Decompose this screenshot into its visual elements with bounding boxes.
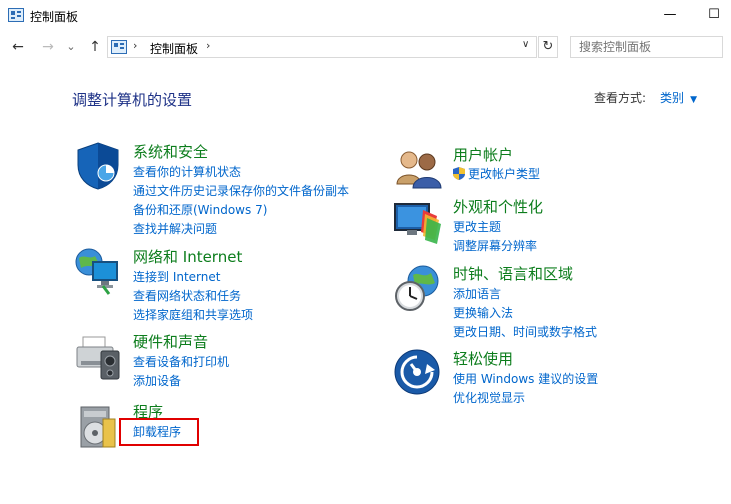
breadcrumb-separator[interactable]: › [133, 39, 137, 52]
link-screen-resolution[interactable]: 调整屏幕分辨率 [453, 237, 537, 256]
network-globe-icon[interactable] [73, 246, 123, 296]
recent-locations-button[interactable]: ⌄ [64, 36, 78, 58]
minimize-button[interactable]: — [660, 5, 680, 25]
link-change-input-method[interactable]: 更换输入法 [453, 304, 597, 323]
link-file-history-backup[interactable]: 通过文件历史记录保存你的文件备份副本 [133, 182, 349, 201]
link-view-computer-status[interactable]: 查看你的计算机状态 [133, 163, 349, 182]
link-label: 更改帐户类型 [468, 167, 541, 181]
title-bar: 控制面板 — ☐ [0, 0, 731, 31]
search-input[interactable] [570, 36, 723, 58]
users-icon[interactable] [393, 144, 443, 194]
view-by: 查看方式: 类别 ▼ [594, 89, 697, 106]
link-devices-printers[interactable]: 查看设备和打印机 [133, 353, 229, 372]
link-change-account-type[interactable]: 更改帐户类型 [453, 165, 540, 184]
category-title[interactable]: 轻松使用 [453, 348, 513, 369]
forward-button[interactable]: → [38, 36, 58, 58]
maximize-button[interactable]: ☐ [704, 5, 724, 25]
page-title: 调整计算机的设置 [72, 91, 193, 109]
link-network-status[interactable]: 查看网络状态和任务 [133, 287, 253, 306]
link-backup-restore[interactable]: 备份和还原(Windows 7) [133, 201, 349, 220]
link-date-time-format[interactable]: 更改日期、时间或数字格式 [453, 323, 597, 342]
programs-disc-icon[interactable] [73, 401, 123, 451]
ease-of-access-icon[interactable] [393, 348, 443, 398]
clock-globe-icon[interactable] [393, 263, 443, 313]
address-field[interactable]: › 控制面板 › ∨ [107, 36, 537, 58]
link-troubleshoot[interactable]: 查找并解决问题 [133, 220, 349, 239]
address-dropdown-button[interactable]: ∨ [522, 39, 529, 50]
link-add-device[interactable]: 添加设备 [133, 372, 229, 391]
category-title[interactable]: 系统和安全 [133, 141, 208, 162]
printer-icon[interactable] [73, 331, 123, 381]
control-panel-icon [8, 8, 24, 22]
shield-icon[interactable] [73, 141, 123, 191]
navigation-bar: ← → ⌄ ↑ › 控制面板 › ∨ ↻ [0, 34, 731, 62]
view-by-label: 查看方式: [594, 91, 647, 105]
category-title[interactable]: 时钟、语言和区域 [453, 263, 573, 284]
appearance-monitor-icon[interactable] [393, 196, 443, 246]
back-button[interactable]: ← [8, 36, 28, 58]
category-title[interactable]: 用户帐户 [453, 144, 513, 165]
chevron-down-icon[interactable]: ▼ [690, 95, 697, 105]
category-title[interactable]: 硬件和声音 [133, 331, 208, 352]
window-title: 控制面板 [30, 10, 79, 24]
view-by-dropdown[interactable]: 类别 [660, 91, 684, 105]
uac-shield-icon [453, 167, 465, 180]
link-recommended-settings[interactable]: 使用 Windows 建议的设置 [453, 370, 598, 389]
link-add-language[interactable]: 添加语言 [453, 285, 597, 304]
breadcrumb-control-panel[interactable]: 控制面板 [150, 40, 198, 57]
category-title[interactable]: 外观和个性化 [453, 196, 543, 217]
up-button[interactable]: ↑ [86, 36, 104, 58]
breadcrumb-separator[interactable]: › [206, 39, 210, 52]
control-panel-icon [111, 40, 127, 54]
link-homegroup-sharing[interactable]: 选择家庭组和共享选项 [133, 306, 253, 325]
link-connect-internet[interactable]: 连接到 Internet [133, 268, 253, 287]
link-change-theme[interactable]: 更改主题 [453, 218, 537, 237]
uninstall-highlight-box [119, 418, 199, 446]
refresh-button[interactable]: ↻ [538, 36, 558, 58]
category-title[interactable]: 网络和 Internet [133, 246, 242, 267]
link-optimize-display[interactable]: 优化视觉显示 [453, 389, 598, 408]
